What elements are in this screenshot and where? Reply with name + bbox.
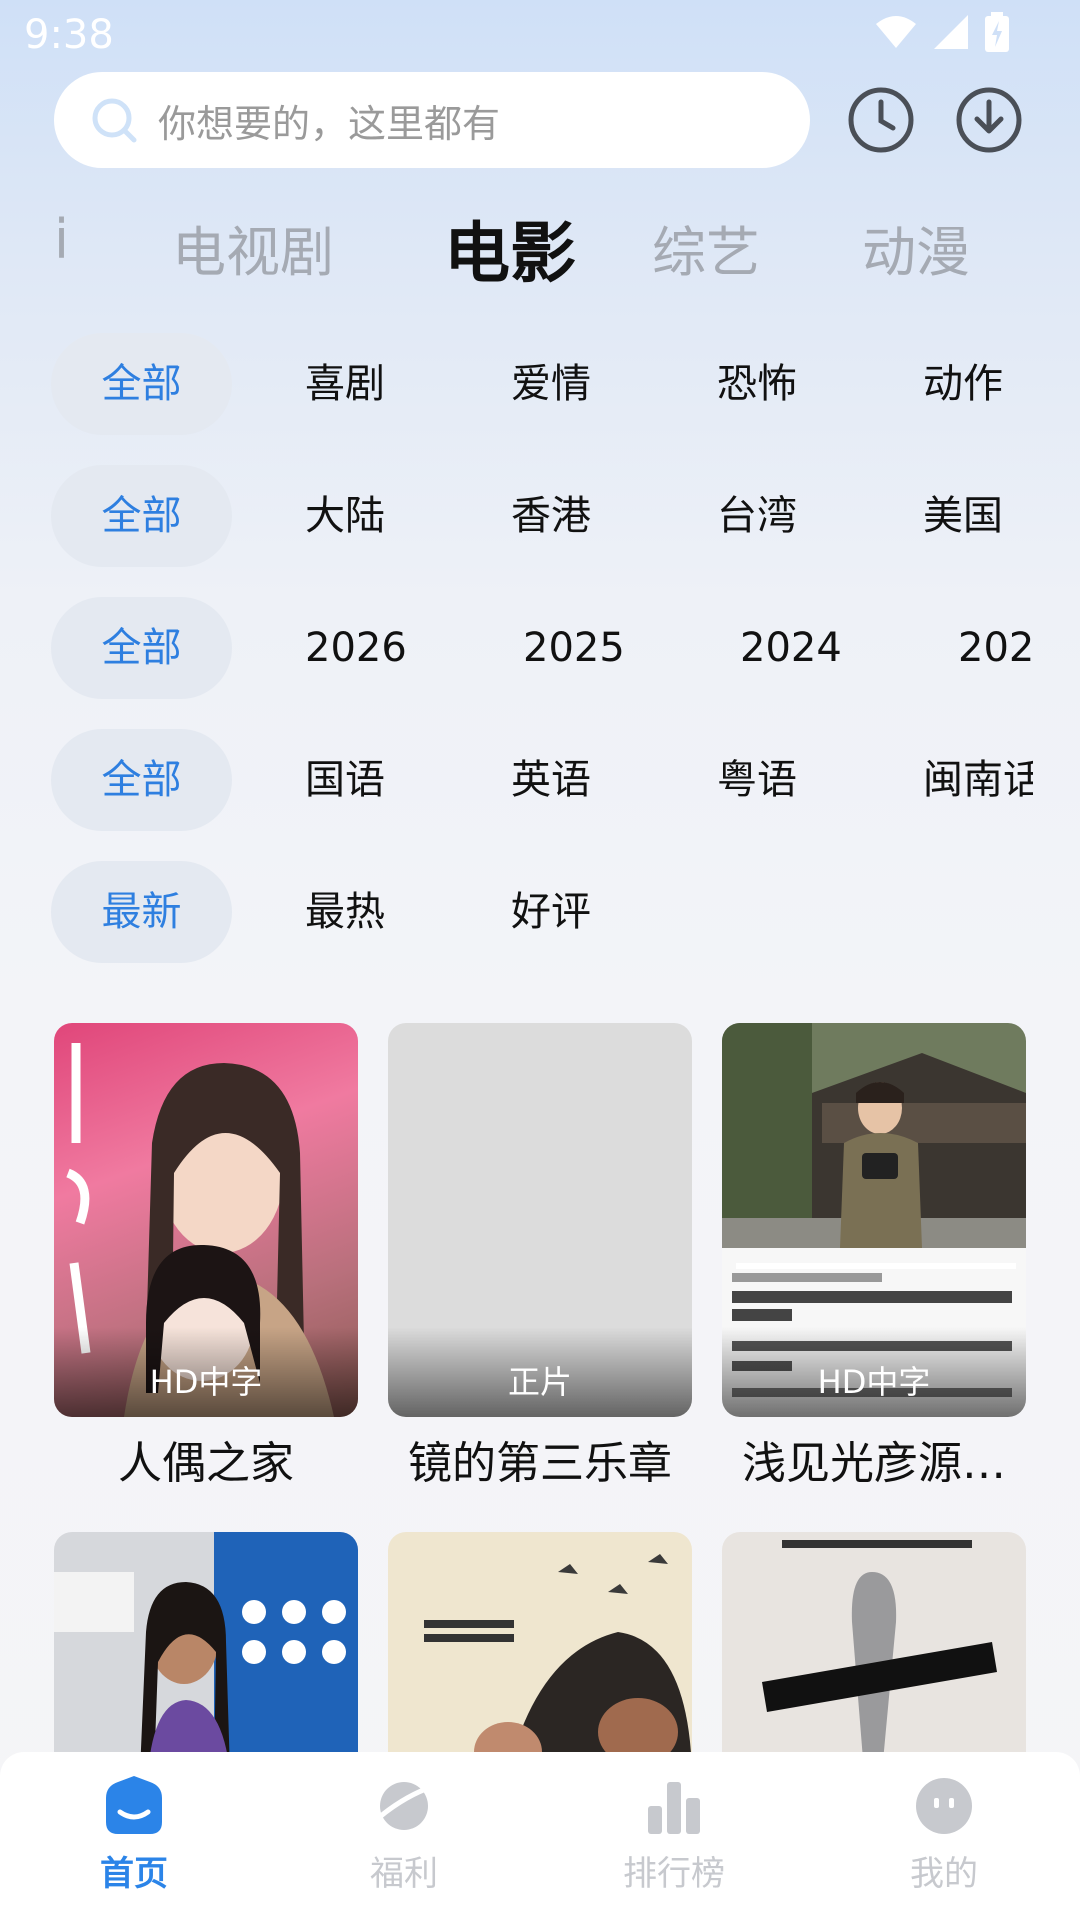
language-filter-row: 全部 国语 英语 粤语 闽南话 [0, 729, 1080, 833]
region-chip[interactable]: 大陆 [305, 465, 385, 567]
region-chip[interactable]: 香港 [511, 465, 591, 567]
tab-movies[interactable]: 电影 [444, 200, 576, 296]
year-filter-row: 全部 2026 2025 2024 202 [0, 597, 1080, 701]
movie-card[interactable] [388, 1532, 692, 1772]
home-icon [106, 1776, 162, 1834]
language-chip[interactable]: 英语 [511, 729, 591, 831]
year-chip-all[interactable]: 全部 [51, 597, 232, 699]
bar-chart-icon [648, 1782, 700, 1834]
nav-ranking[interactable]: 排行榜 [584, 1776, 764, 1895]
nav-home-label: 首页 [100, 1854, 168, 1894]
status-bar: 9:38 [0, 0, 1080, 70]
language-chip-all[interactable]: 全部 [51, 729, 232, 831]
sort-chip-newest[interactable]: 最新 [51, 861, 232, 963]
sort-chip[interactable]: 最热 [305, 861, 385, 963]
quality-badge: HD中字 [54, 1327, 358, 1417]
region-chip[interactable]: 美国 [923, 465, 1003, 567]
quality-badge: 正片 [388, 1327, 692, 1417]
year-chip[interactable]: 202 [958, 597, 1034, 699]
movie-poster[interactable] [54, 1532, 358, 1772]
movie-card[interactable]: 正片 镜的第三乐章 [388, 1023, 692, 1491]
face-icon [916, 1778, 972, 1834]
tab-variety[interactable]: 综艺 [652, 208, 760, 287]
sort-filter-row: 最新 最热 好评 [0, 861, 1080, 965]
movie-poster[interactable]: HD中字 [722, 1023, 1026, 1417]
bottom-nav: 首页 福利 排行榜 我的 [0, 1752, 1080, 1920]
movie-title[interactable]: 浅见光彦源… [722, 1427, 1026, 1491]
movie-title[interactable]: 镜的第三乐章 [388, 1427, 692, 1491]
year-chip[interactable]: 2024 [740, 597, 842, 699]
poster-art [424, 1554, 692, 1772]
year-chip[interactable]: 2026 [305, 597, 407, 699]
poster-art [762, 1540, 997, 1772]
quality-badge: HD中字 [722, 1327, 1026, 1417]
wifi-icon [876, 16, 916, 48]
genre-filter-row: 全部 喜剧 爱情 恐怖 动作 [0, 333, 1080, 437]
sort-chip[interactable]: 好评 [511, 861, 591, 963]
status-time: 9:38 [24, 12, 114, 58]
nav-welfare[interactable]: 福利 [314, 1776, 494, 1895]
region-chip-all[interactable]: 全部 [51, 465, 232, 567]
download-icon[interactable] [953, 84, 1025, 156]
nav-mine-label: 我的 [910, 1854, 978, 1894]
movie-card[interactable] [54, 1532, 358, 1772]
language-chip[interactable]: 闽南话 [923, 729, 1033, 831]
poster-art [54, 1532, 358, 1772]
tab-tv-series[interactable]: 电视剧 [172, 208, 334, 287]
movie-title[interactable]: 人偶之家 [54, 1427, 358, 1491]
movie-poster[interactable] [722, 1532, 1026, 1772]
nav-mine[interactable]: 我的 [854, 1776, 1034, 1895]
genre-chip[interactable]: 恐怖 [717, 333, 797, 435]
signal-icon [934, 15, 968, 49]
search-bar[interactable]: 你想要的，这里都有 [54, 72, 810, 168]
region-chip[interactable]: 台湾 [717, 465, 797, 567]
language-chip[interactable]: 粤语 [717, 729, 797, 831]
search-placeholder: 你想要的，这里都有 [158, 101, 501, 146]
year-chip[interactable]: 2025 [523, 597, 625, 699]
battery-icon [985, 12, 1009, 52]
genre-chip-all[interactable]: 全部 [51, 333, 232, 435]
tab-anime[interactable]: 动漫 [862, 208, 970, 287]
language-chip[interactable]: 国语 [305, 729, 385, 831]
nav-ranking-label: 排行榜 [623, 1854, 725, 1894]
genre-chip[interactable]: 动作 [923, 333, 1003, 435]
category-tabs: i 电视剧 电影 综艺 动漫 [0, 196, 1080, 296]
movie-card[interactable]: HD中字 人偶之家 [54, 1023, 358, 1491]
genre-chip[interactable]: 喜剧 [305, 333, 385, 435]
movie-card[interactable]: HD中字 浅见光彦源… [722, 1023, 1026, 1491]
status-icons [874, 12, 1010, 52]
movie-poster[interactable] [388, 1532, 692, 1772]
tab-partial[interactable]: i [54, 208, 68, 271]
nav-welfare-label: 福利 [370, 1854, 438, 1894]
search-icon [92, 98, 137, 143]
genre-chip[interactable]: 爱情 [511, 333, 591, 435]
nav-home[interactable]: 首页 [44, 1776, 224, 1895]
movie-poster[interactable]: HD中字 [54, 1023, 358, 1417]
region-filter-row: 全部 大陆 香港 台湾 美国 [0, 465, 1080, 569]
movie-poster[interactable]: 正片 [388, 1023, 692, 1417]
history-clock-icon[interactable] [845, 84, 917, 156]
planet-icon [374, 1782, 435, 1830]
movie-card[interactable] [722, 1532, 1026, 1772]
